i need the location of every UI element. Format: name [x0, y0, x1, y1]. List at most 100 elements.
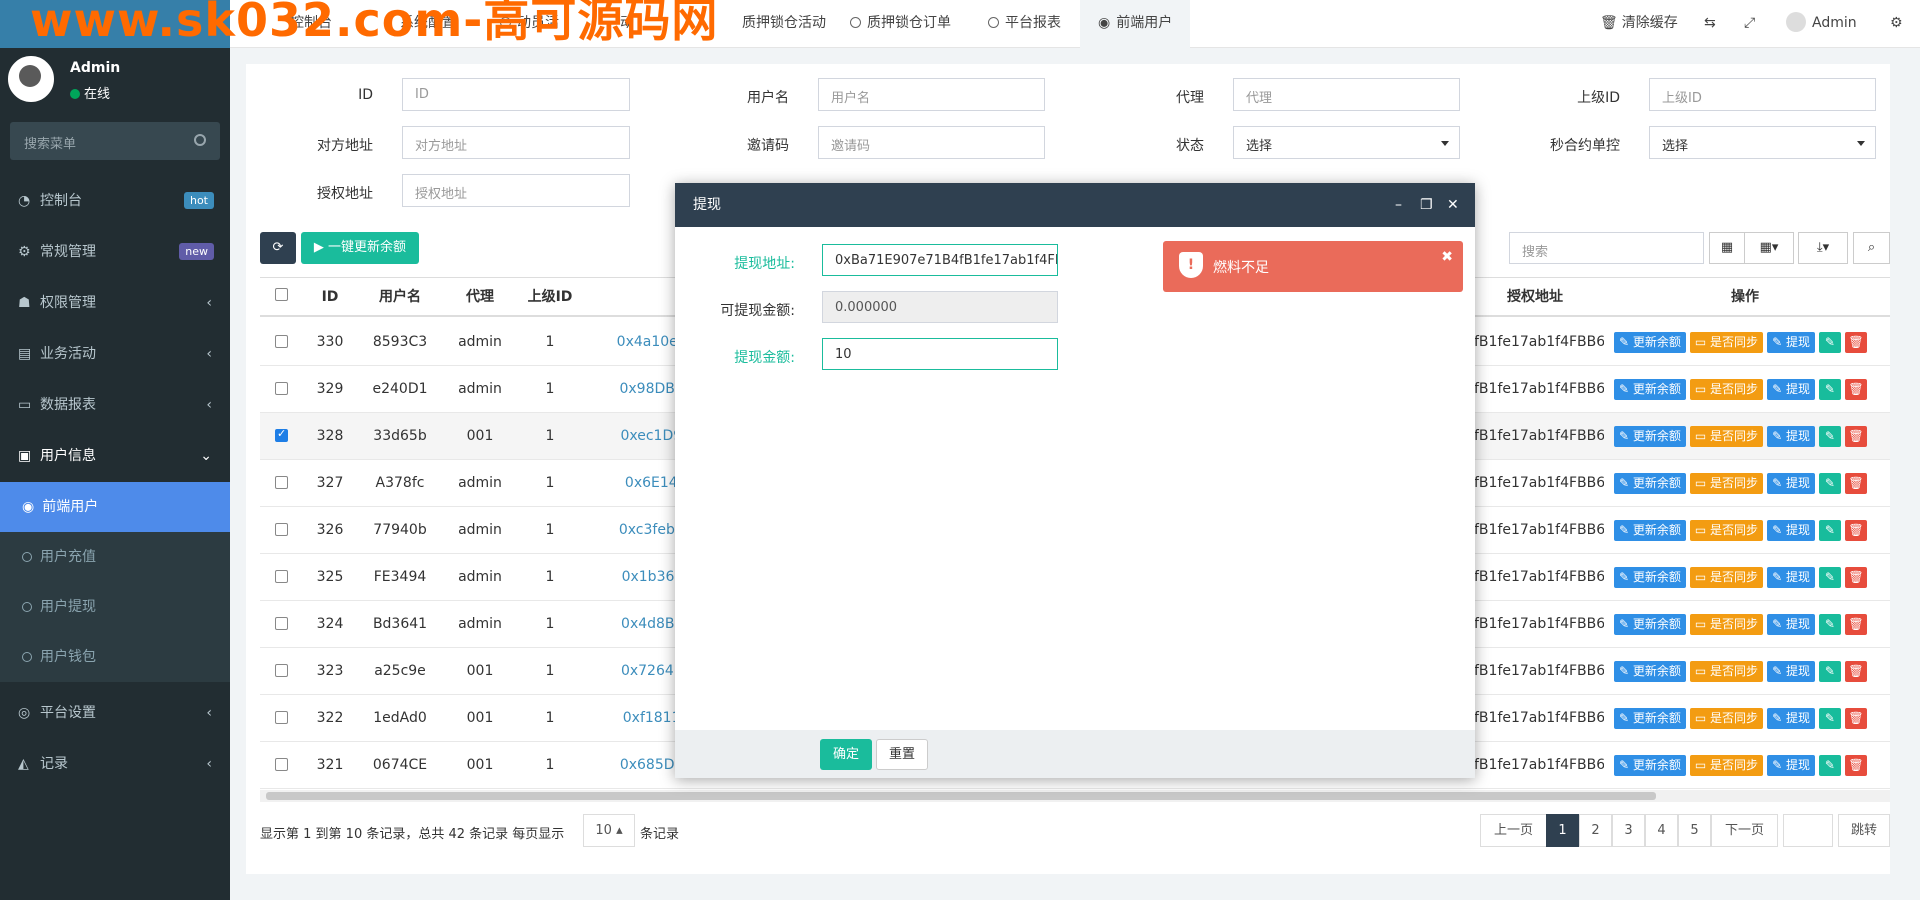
sync-button[interactable]: ▭ 是否同步 — [1689, 661, 1764, 682]
filter-status-select[interactable]: 选择 — [1233, 126, 1460, 159]
jump-button[interactable]: 跳转 — [1838, 814, 1890, 847]
edit-button[interactable]: ✎ — [1818, 332, 1841, 353]
update-balance-button[interactable]: ✎ 更新余额 — [1614, 473, 1686, 494]
row-checkbox[interactable] — [275, 476, 288, 489]
filter-auth-input[interactable]: 授权地址 — [402, 174, 630, 207]
sidebar-item-general[interactable]: ⚙ 常规管理 new — [0, 227, 230, 278]
delete-button[interactable]: 🗑 — [1844, 708, 1867, 729]
select-all-checkbox[interactable] — [275, 288, 288, 301]
delete-button[interactable]: 🗑 — [1844, 755, 1867, 776]
row-checkbox[interactable] — [275, 523, 288, 536]
edit-button[interactable]: ✎ — [1818, 426, 1841, 447]
sync-button[interactable]: ▭ 是否同步 — [1689, 520, 1764, 541]
filter-sec-select[interactable]: 选择 — [1649, 126, 1876, 159]
withdraw-button[interactable]: ✎ 提现 — [1767, 567, 1815, 588]
maximize-icon[interactable]: ❐ — [1420, 183, 1433, 227]
row-checkbox[interactable] — [275, 335, 288, 348]
delete-button[interactable]: 🗑 — [1844, 661, 1867, 682]
fullscreen-button[interactable]: ⤢ — [1744, 0, 1755, 48]
sidebar-item-dashboard[interactable]: ◔ 控制台 hot — [0, 176, 230, 227]
sync-button[interactable]: ▭ 是否同步 — [1689, 379, 1764, 400]
filter-agent-input[interactable]: 代理 — [1233, 78, 1460, 111]
row-checkbox[interactable] — [275, 711, 288, 724]
edit-button[interactable]: ✎ — [1818, 708, 1841, 729]
prev-page-button[interactable]: 上一页 — [1480, 814, 1547, 847]
header-parent[interactable]: 上级ID — [515, 278, 585, 316]
withdraw-button[interactable]: ✎ 提现 — [1767, 379, 1815, 400]
update-balance-button[interactable]: ✎ 更新余额 — [1614, 332, 1686, 353]
update-balance-button[interactable]: ✎ 更新余额 — [1614, 614, 1686, 635]
close-icon[interactable]: ✖ — [1441, 249, 1453, 265]
withdraw-button[interactable]: ✎ 提现 — [1767, 755, 1815, 776]
update-balance-button[interactable]: ✎ 更新余额 — [1614, 755, 1686, 776]
clear-cache-button[interactable]: 🗑 清除缓存 — [1600, 0, 1678, 48]
delete-button[interactable]: 🗑 — [1844, 379, 1867, 400]
withdraw-button[interactable]: ✎ 提现 — [1767, 661, 1815, 682]
sync-button[interactable]: ▭ 是否同步 — [1689, 755, 1764, 776]
sync-button[interactable]: ▭ 是否同步 — [1689, 567, 1764, 588]
sync-button[interactable]: ▭ 是否同步 — [1689, 332, 1764, 353]
edit-button[interactable]: ✎ — [1818, 567, 1841, 588]
sidebar-item-records[interactable]: ◭ 记录 ‹ — [0, 739, 230, 790]
edit-button[interactable]: ✎ — [1818, 661, 1841, 682]
sidebar-subitem-recharge[interactable]: 用户充值 — [0, 532, 230, 582]
advanced-search-button[interactable]: ⌕ — [1853, 232, 1890, 264]
delete-button[interactable]: 🗑 — [1844, 520, 1867, 541]
withdraw-address-input[interactable]: 0xBa71E907e71B4fB1fe17ab1f4FBE — [822, 244, 1058, 276]
export-button[interactable]: ⤓▾ — [1798, 232, 1848, 264]
row-checkbox[interactable] — [275, 570, 288, 583]
update-balance-button[interactable]: ✎ 更新余额 — [1614, 379, 1686, 400]
sidebar-item-reports[interactable]: ▭ 数据报表 ‹ — [0, 380, 230, 431]
delete-button[interactable]: 🗑 — [1844, 426, 1867, 447]
refresh-button[interactable]: ⟳ — [260, 232, 296, 264]
sync-button[interactable]: ▭ 是否同步 — [1689, 708, 1764, 729]
header-auth[interactable]: 授权地址 — [1460, 278, 1610, 316]
reset-button[interactable]: 重置 — [876, 739, 928, 770]
columns-button[interactable]: ▦▾ — [1744, 232, 1794, 264]
update-balance-button[interactable]: ✎ 更新余额 — [1614, 567, 1686, 588]
row-checkbox[interactable] — [275, 427, 288, 442]
withdraw-button[interactable]: ✎ 提现 — [1767, 520, 1815, 541]
tab-staking-orders[interactable]: 质押锁仓订单 — [850, 0, 951, 48]
sync-button[interactable]: ▭ 是否同步 — [1689, 614, 1764, 635]
delete-button[interactable]: 🗑 — [1844, 567, 1867, 588]
edit-button[interactable]: ✎ — [1818, 473, 1841, 494]
table-search-input[interactable]: 搜索 — [1509, 232, 1704, 264]
withdraw-button[interactable]: ✎ 提现 — [1767, 473, 1815, 494]
filter-username-input[interactable]: 用户名 — [818, 78, 1045, 111]
page-5-button[interactable]: 5 — [1678, 814, 1711, 847]
edit-button[interactable]: ✎ — [1818, 520, 1841, 541]
withdraw-button[interactable]: ✎ 提现 — [1767, 614, 1815, 635]
page-size-select[interactable]: 10 ▴ — [583, 814, 635, 847]
tab-platform-reports[interactable]: 平台报表 — [988, 0, 1061, 48]
withdraw-button[interactable]: ✎ 提现 — [1767, 708, 1815, 729]
sidebar-item-platform[interactable]: ◎ 平台设置 ‹ — [0, 688, 230, 739]
row-checkbox[interactable] — [275, 382, 288, 395]
delete-button[interactable]: 🗑 — [1844, 614, 1867, 635]
filter-id-input[interactable]: ID — [402, 78, 630, 111]
filter-parent-input[interactable]: 上级ID — [1649, 78, 1876, 111]
minimize-icon[interactable]: – — [1395, 183, 1402, 227]
withdraw-amount-input[interactable]: 10 — [822, 338, 1058, 370]
jump-page-input[interactable] — [1783, 814, 1833, 847]
sidebar-item-userinfo[interactable]: ▣ 用户信息 ⌄ — [0, 431, 230, 482]
tab-frontend-users[interactable]: ◉ 前端用户 — [1080, 0, 1191, 48]
page-2-button[interactable]: 2 — [1579, 814, 1612, 847]
confirm-button[interactable]: 确定 — [820, 739, 872, 770]
sync-button[interactable]: ▭ 是否同步 — [1689, 426, 1764, 447]
sidebar-subitem-withdraw[interactable]: 用户提现 — [0, 582, 230, 632]
sidebar-subitem-frontend-users[interactable]: ◉ 前端用户 — [0, 482, 230, 532]
row-checkbox[interactable] — [275, 664, 288, 677]
edit-button[interactable]: ✎ — [1818, 379, 1841, 400]
update-balance-button[interactable]: ✎ 更新余额 — [1614, 661, 1686, 682]
header-id[interactable]: ID — [305, 278, 355, 316]
edit-button[interactable]: ✎ — [1818, 614, 1841, 635]
toggle-view-button[interactable]: ▦ — [1709, 232, 1745, 264]
sync-button[interactable]: ▭ 是否同步 — [1689, 473, 1764, 494]
page-3-button[interactable]: 3 — [1612, 814, 1645, 847]
scrollbar-thumb[interactable] — [266, 792, 1656, 800]
filter-invite-input[interactable]: 邀请码 — [818, 126, 1045, 159]
row-checkbox[interactable] — [275, 617, 288, 630]
page-1-button[interactable]: 1 — [1546, 814, 1579, 847]
delete-button[interactable]: 🗑 — [1844, 473, 1867, 494]
